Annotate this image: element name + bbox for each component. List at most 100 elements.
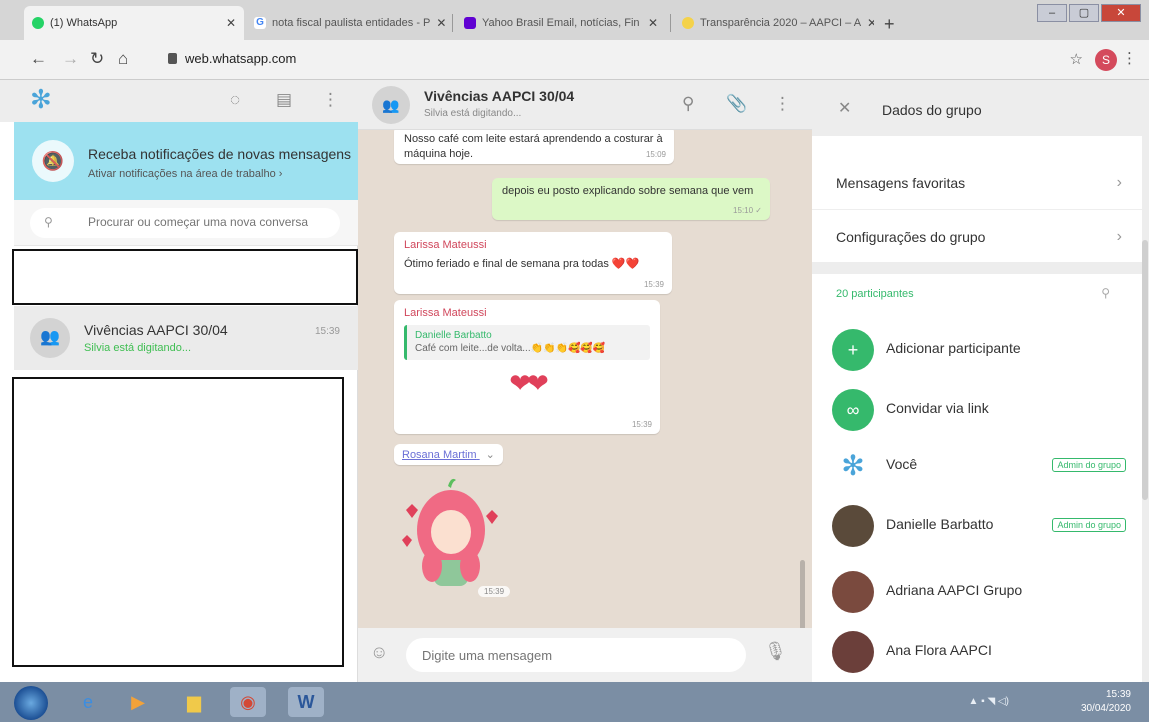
window-close-icon[interactable]: ✕ — [1101, 4, 1141, 22]
new-chat-icon[interactable]: ▤ — [276, 90, 292, 110]
participants-scrollbar[interactable] — [1142, 240, 1148, 500]
conversation-pane: 👥 Vivências AAPCI 30/04 Silvia está digi… — [358, 80, 812, 682]
group-avatar-icon[interactable]: 👥 — [372, 86, 410, 124]
search-icon: ⚲ — [44, 215, 53, 229]
lock-icon — [168, 53, 177, 64]
close-icon[interactable]: ✕ — [867, 16, 874, 30]
message-incoming-reply: Larissa Mateussi Danielle Barbatto Café … — [394, 300, 660, 434]
address-bar[interactable]: web.whatsapp.com — [168, 51, 296, 66]
new-tab-icon[interactable]: + — [884, 14, 895, 35]
close-icon[interactable]: ✕ — [648, 16, 658, 30]
starred-messages-row[interactable]: Mensagens favoritas › — [812, 158, 1142, 210]
search-icon[interactable]: ⚲ — [1101, 286, 1110, 300]
conversation-scrollbar[interactable] — [800, 560, 805, 628]
redacted-chat-list — [12, 377, 344, 667]
participant-row[interactable]: Ana Flora AAPCI — [812, 622, 1142, 682]
home-icon[interactable]: ⌂ — [118, 49, 128, 69]
participant-row[interactable]: ✻ Você Admin do grupo — [812, 436, 1142, 496]
sticker-hair-right — [460, 550, 480, 582]
notification-banner[interactable]: 🔕 Receba notificações de novas mensagens… — [14, 122, 358, 200]
internet-explorer-icon[interactable]: e — [70, 687, 106, 717]
group-settings-row[interactable]: Configurações do grupo › — [812, 212, 1142, 264]
action-label: Adicionar participante — [886, 340, 1021, 356]
reload-icon[interactable]: ↻ — [90, 49, 104, 69]
tab-label: nota fiscal paulista entidades - P — [272, 17, 431, 29]
participant-row[interactable]: Danielle Barbatto Admin do grupo — [812, 496, 1142, 556]
browser-tabstrip: (1) WhatsApp ✕ G nota fiscal paulista en… — [0, 0, 1149, 40]
status-icon[interactable]: ◌ — [230, 90, 240, 110]
chat-list-item-vivencias[interactable]: 👥 Vivências AAPCI 30/04 15:39 Silvia est… — [14, 306, 358, 370]
avatar — [832, 505, 874, 547]
file-explorer-icon[interactable]: ▆ — [176, 687, 212, 717]
chat-list-pane: ✻ ◌ ▤ ⋮ 🔕 Receba notificações de novas m… — [0, 80, 358, 682]
tab-yahoo[interactable]: Yahoo Brasil Email, notícias, Fin ✕ — [456, 6, 666, 40]
quoted-message[interactable]: Danielle Barbatto Café com leite...de vo… — [404, 324, 650, 360]
microphone-icon[interactable]: 🎙 — [764, 641, 787, 662]
flower-avatar-icon: ✻ — [832, 445, 874, 487]
minimize-icon[interactable]: – — [1037, 4, 1067, 22]
message-sender: Rosana Martim — [402, 449, 477, 461]
redacted-chat-item — [12, 249, 358, 305]
group-info-title: Dados do grupo — [882, 102, 982, 118]
row-label: Configurações do grupo — [836, 229, 986, 245]
profile-avatar[interactable]: S — [1095, 49, 1117, 71]
my-profile-flower-icon[interactable]: ✻ — [30, 86, 52, 112]
row-label: Mensagens favoritas — [836, 175, 966, 191]
message-sender-chip[interactable]: Rosana Martim ⌄ — [394, 444, 503, 465]
bell-off-icon: 🔕 — [32, 140, 74, 182]
browser-menu-icon[interactable]: ⋮ — [1122, 49, 1137, 67]
window-controls: – ▢ ✕ — [1037, 4, 1141, 22]
chrome-icon[interactable]: ◉ — [230, 687, 266, 717]
conversation-header[interactable]: 👥 Vivências AAPCI 30/04 Silvia está digi… — [358, 80, 812, 130]
search-input[interactable] — [88, 215, 328, 229]
heart-decoration — [486, 510, 498, 524]
message-outgoing: depois eu posto explicando sobre semana … — [492, 178, 770, 220]
sticker-leaf — [448, 478, 456, 488]
message-input[interactable] — [406, 638, 746, 672]
participant-row[interactable]: Adriana AAPCI Grupo — [812, 562, 1142, 622]
close-icon[interactable]: ✕ — [838, 98, 851, 118]
browser-toolbar: ← → ↻ ⌂ web.whatsapp.com ☆ S ⋮ — [0, 40, 1149, 80]
enable-notifications-link[interactable]: Ativar notificações na área de trabalho … — [88, 168, 282, 180]
chat-name: Vivências AAPCI 30/04 — [84, 322, 228, 338]
emoji-icon[interactable]: ☺ — [370, 642, 388, 663]
tab-divider — [670, 14, 671, 32]
chevron-down-icon[interactable]: ⌄ — [486, 448, 495, 461]
message-sender[interactable]: Larissa Mateussi — [404, 306, 650, 321]
start-button[interactable] — [14, 686, 48, 720]
conversation-title: Vivências AAPCI 30/04 — [424, 88, 575, 104]
search-box[interactable]: ⚲ — [30, 208, 340, 238]
tab-divider — [452, 14, 453, 32]
google-icon: G — [254, 17, 266, 29]
message-incoming: Nosso café com leite estará aprendendo a… — [394, 130, 674, 164]
maximize-icon[interactable]: ▢ — [1069, 4, 1099, 22]
back-icon[interactable]: ← — [30, 49, 47, 69]
avatar — [832, 631, 874, 673]
attach-icon[interactable]: 📎 — [726, 94, 747, 114]
message-sender[interactable]: Larissa Mateussi — [404, 238, 662, 253]
url-text: web.whatsapp.com — [185, 51, 297, 66]
chat-time: 15:39 — [314, 326, 340, 337]
conversation-status: Silvia está digitando... — [424, 108, 522, 119]
tab-transparencia[interactable]: Transparência 2020 – AAPCI – A ✕ — [674, 6, 874, 40]
taskbar-clock[interactable]: 15:39 30/04/2020 — [1081, 688, 1131, 715]
avatar — [832, 571, 874, 613]
invite-link-button[interactable]: ∞ Convidar via link — [812, 380, 1142, 440]
tab-whatsapp[interactable]: (1) WhatsApp ✕ — [24, 6, 244, 40]
chevron-right-icon: › — [1116, 174, 1122, 191]
girl-sticker-image[interactable] — [396, 470, 506, 590]
media-player-icon[interactable]: ▶ — [120, 687, 156, 717]
close-icon[interactable]: ✕ — [226, 16, 236, 30]
hearts-emoji: ❤❤ — [509, 367, 549, 398]
windows-taskbar: e ▶ ▆ ◉ W ▲ ▪ ◥ ◁) 15:39 30/04/2020 — [0, 682, 1149, 722]
add-participant-button[interactable]: + Adicionar participante — [812, 320, 1142, 380]
menu-icon[interactable]: ⋮ — [322, 90, 339, 110]
system-tray-icons[interactable]: ▲ ▪ ◥ ◁) — [969, 696, 1010, 707]
forward-icon[interactable]: → — [62, 49, 79, 69]
close-icon[interactable]: ✕ — [436, 16, 446, 30]
word-icon[interactable]: W — [288, 687, 324, 717]
menu-icon[interactable]: ⋮ — [774, 94, 791, 114]
bookmark-star-icon[interactable]: ☆ — [1070, 50, 1083, 68]
search-icon[interactable]: ⚲ — [682, 94, 694, 114]
tab-google-search[interactable]: G nota fiscal paulista entidades - P ✕ — [246, 6, 446, 40]
